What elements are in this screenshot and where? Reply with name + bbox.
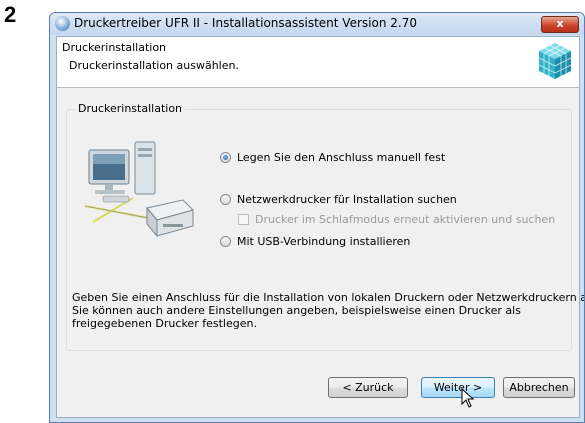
header-subtitle: Druckerinstallation auswählen.	[69, 59, 239, 72]
dialog-header: Druckerinstallation Druckerinstallation …	[57, 37, 579, 88]
radio-network-search[interactable]: Netzwerkdrucker für Installation suchen	[220, 193, 457, 206]
radio-usb[interactable]: Mit USB-Verbindung installieren	[220, 235, 410, 248]
mouse-pointer-icon	[461, 388, 475, 408]
radio-button-selected[interactable]	[220, 152, 231, 163]
window-title: Druckertreiber UFR II - Installationsass…	[74, 16, 417, 30]
installer-window: Druckertreiber UFR II - Installationsass…	[49, 12, 585, 423]
canon-cube-logo-icon	[538, 43, 572, 79]
radio-manual-port[interactable]: Legen Sie den Anschluss manuell fest	[220, 151, 445, 164]
checkbox-sleep-mode[interactable]: Drucker im Schlafmodus erneut aktivieren…	[238, 213, 555, 226]
title-bar[interactable]: Druckertreiber UFR II - Installationsass…	[50, 13, 584, 35]
close-button[interactable]: x	[541, 16, 579, 33]
radio-usb-label: Mit USB-Verbindung installieren	[237, 235, 411, 248]
description-line: freigegebenen Drucker festlegen.	[72, 317, 257, 330]
radio-button[interactable]	[220, 236, 231, 247]
radio-network-search-label: Netzwerkdrucker für Installation suchen	[237, 193, 457, 206]
header-title: Druckerinstallation	[62, 41, 167, 54]
description-line: Geben Sie einen Anschluss für die Instal…	[72, 291, 585, 304]
radio-manual-port-label: Legen Sie den Anschluss manuell fest	[237, 151, 446, 164]
next-button[interactable]: Weiter >	[421, 377, 495, 398]
description-text: Geben Sie einen Anschluss für die Instal…	[72, 291, 585, 330]
step-number: 2	[4, 2, 17, 27]
group-label: Druckerinstallation	[75, 102, 186, 115]
computer-printer-illustration-icon	[84, 141, 194, 238]
back-button[interactable]: < Zurück	[328, 377, 408, 398]
description-line: Sie können auch andere Einstellungen ang…	[72, 304, 521, 317]
dialog-content: Druckerinstallation Druckerinstallation …	[56, 36, 585, 418]
cancel-button[interactable]: Abbrechen	[503, 377, 575, 398]
radio-button[interactable]	[220, 194, 231, 205]
printer-driver-icon	[55, 16, 70, 31]
checkbox[interactable]	[238, 214, 249, 225]
checkbox-sleep-mode-label: Drucker im Schlafmodus erneut aktivieren…	[255, 213, 556, 226]
